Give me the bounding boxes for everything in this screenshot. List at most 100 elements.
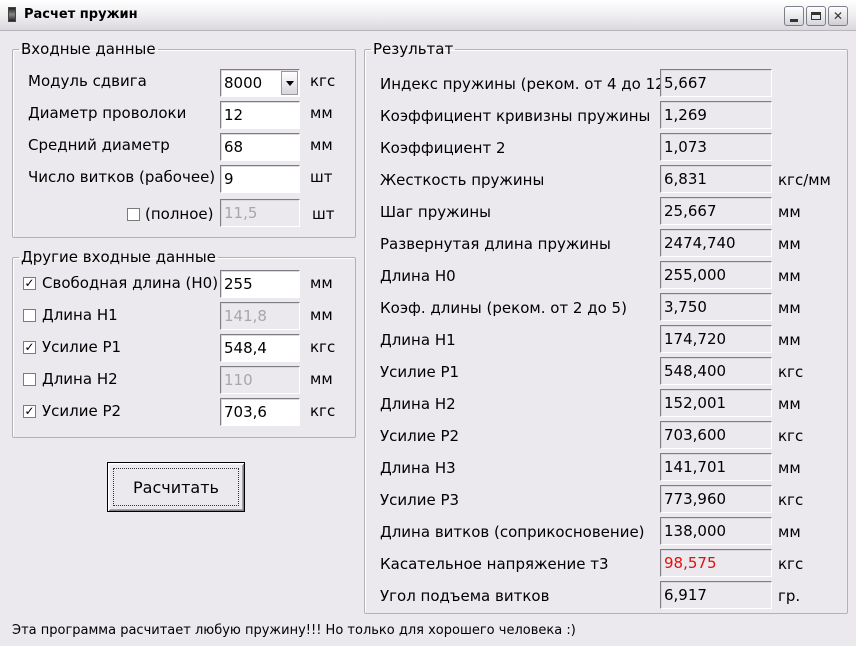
mean-diameter-label: Средний диаметр — [28, 136, 170, 154]
working-coils-unit: шт — [310, 168, 333, 186]
result-value: 703,600 — [660, 421, 772, 449]
wire-diameter-unit: мм — [310, 104, 333, 122]
result-unit: мм — [778, 459, 801, 477]
result-value: 2474,740 — [660, 229, 772, 257]
result-label: Жесткость пружины — [380, 171, 545, 189]
length-h2-checkbox[interactable] — [23, 373, 36, 386]
result-value: 548,400 — [660, 357, 772, 385]
result-label: Коэффициент кривизны пружины — [380, 107, 651, 125]
free-length-label: Свободная длина (H0) — [42, 274, 219, 292]
force-p1-input[interactable]: 548,4 — [220, 334, 300, 362]
result-label: Угол подъема витков — [380, 587, 550, 605]
result-label: Длина H0 — [380, 267, 456, 285]
length-h1-unit: мм — [310, 306, 333, 324]
result-label: Коэффициент 2 — [380, 139, 506, 157]
results-legend: Результат — [373, 40, 454, 58]
result-value: 152,001 — [660, 389, 772, 417]
force-p2-label: Усилие P2 — [42, 402, 122, 420]
result-unit: мм — [778, 235, 801, 253]
chevron-down-icon — [285, 80, 294, 86]
shear-modulus-unit: кгс — [310, 72, 336, 90]
combo-dropdown-button[interactable] — [281, 71, 298, 95]
result-label: Коэф. длины (реком. от 2 до 5) — [380, 299, 627, 317]
wire-diameter-input[interactable]: 12 — [220, 101, 300, 129]
maximize-button[interactable] — [806, 6, 826, 26]
free-length-input[interactable]: 255 — [220, 270, 300, 298]
mean-diameter-input[interactable]: 68 — [220, 133, 300, 161]
result-unit: гр. — [778, 587, 801, 605]
result-unit: кгс/мм — [778, 171, 831, 189]
free-length-unit: мм — [310, 274, 333, 292]
result-value: 25,667 — [660, 197, 772, 225]
working-coils-input[interactable]: 9 — [220, 165, 300, 193]
force-p2-unit: кгс — [310, 402, 336, 420]
result-unit: кгс — [778, 555, 804, 573]
result-value: 138,000 — [660, 517, 772, 545]
result-unit: мм — [778, 299, 801, 317]
working-coils-label: Число витков (рабочее) — [28, 168, 216, 186]
length-h1-label: Длина H1 — [42, 306, 118, 324]
window-title: Расчет пружин — [24, 7, 138, 22]
shear-modulus-combo[interactable]: 8000 — [220, 69, 300, 97]
result-value: 3,750 — [660, 293, 772, 321]
status-text: Эта программа расчитает любую пружину!!!… — [12, 623, 576, 638]
result-value: 6,917 — [660, 581, 772, 609]
result-label: Длина H1 — [380, 331, 456, 349]
force-p1-label: Усилие P1 — [42, 338, 122, 356]
length-h1-input[interactable]: 141,8 — [220, 302, 300, 330]
input-data-legend: Входные данные — [21, 40, 156, 58]
minimize-icon — [790, 18, 798, 22]
result-label: Длина H2 — [380, 395, 456, 413]
length-h2-unit: мм — [310, 370, 333, 388]
force-p1-checkbox[interactable]: ✓ — [23, 341, 36, 354]
result-unit: мм — [778, 331, 801, 349]
mean-diameter-unit: мм — [310, 136, 333, 154]
force-p2-checkbox[interactable]: ✓ — [23, 405, 36, 418]
result-label: Длина витков (соприкосновение) — [380, 523, 645, 541]
result-label: Касательное напряжение т3 — [380, 555, 609, 573]
result-label: Усилие P3 — [380, 491, 460, 509]
length-h2-label: Длина H2 — [42, 370, 118, 388]
full-coils-input[interactable]: 11,5 — [220, 199, 300, 227]
shear-modulus-value: 8000 — [224, 74, 263, 92]
result-unit: мм — [778, 523, 801, 541]
wire-diameter-label: Диаметр проволоки — [28, 104, 187, 122]
result-unit: кгс — [778, 363, 804, 381]
shear-modulus-label: Модуль сдвига — [28, 72, 147, 90]
close-button[interactable]: ✕ — [828, 6, 848, 26]
full-coils-unit: шт — [312, 205, 335, 223]
result-unit: мм — [778, 395, 801, 413]
other-input-legend: Другие входные данные — [21, 248, 216, 266]
result-unit: кгс — [778, 491, 804, 509]
result-value: 141,701 — [660, 453, 772, 481]
close-icon: ✕ — [832, 9, 844, 23]
result-label: Усилие P1 — [380, 363, 460, 381]
result-value: 1,073 — [660, 133, 772, 161]
title-bar[interactable]: Расчет пружин ✕ — [0, 0, 856, 31]
result-value: 6,831 — [660, 165, 772, 193]
result-value: 5,667 — [660, 69, 772, 97]
force-p1-unit: кгс — [310, 338, 336, 356]
result-value: 1,269 — [660, 101, 772, 129]
result-label: Развернутая длина пружины — [380, 235, 611, 253]
result-unit: мм — [778, 267, 801, 285]
length-h2-input[interactable]: 110 — [220, 366, 300, 394]
result-label: Длина H3 — [380, 459, 456, 477]
maximize-icon — [811, 12, 821, 20]
result-unit: мм — [778, 203, 801, 221]
minimize-button[interactable] — [784, 6, 804, 26]
result-label: Шаг пружины — [380, 203, 491, 221]
result-label: Индекс пружины (реком. от 4 до 12) — [380, 75, 671, 93]
calculate-button[interactable]: Расчитать — [107, 462, 245, 512]
result-value-highlighted: 98,575 — [660, 549, 772, 577]
length-h1-checkbox[interactable] — [23, 309, 36, 322]
result-value: 773,960 — [660, 485, 772, 513]
full-coils-checkbox[interactable] — [127, 208, 140, 221]
app-icon — [8, 7, 16, 22]
result-value: 174,720 — [660, 325, 772, 353]
force-p2-input[interactable]: 703,6 — [220, 398, 300, 426]
result-unit: кгс — [778, 427, 804, 445]
free-length-checkbox[interactable]: ✓ — [23, 277, 36, 290]
result-value: 255,000 — [660, 261, 772, 289]
full-coils-label: (полное) — [145, 205, 214, 223]
